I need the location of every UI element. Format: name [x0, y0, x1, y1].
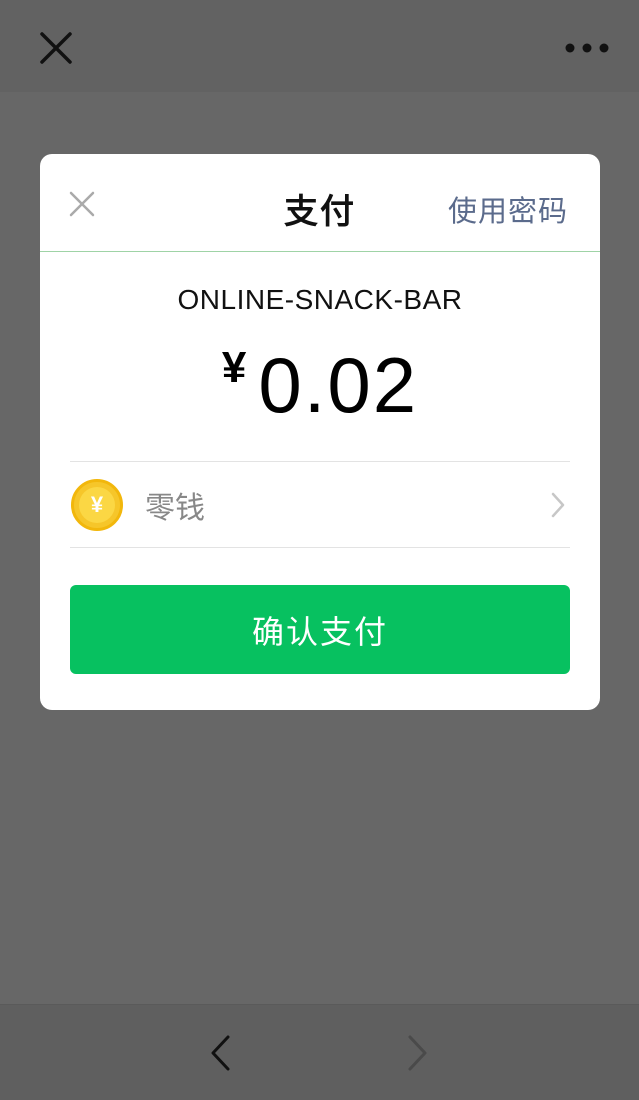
confirm-payment-button[interactable]: 确认支付: [70, 585, 570, 674]
dialog-header: 支付 使用密码: [40, 154, 600, 252]
payment-method-label: 零钱: [145, 490, 205, 526]
chevron-left-icon[interactable]: [202, 1033, 238, 1073]
payment-method-row[interactable]: ¥ 零钱: [70, 461, 570, 548]
chevron-right-icon: [546, 489, 570, 521]
coin-yen-glyph: ¥: [79, 486, 115, 523]
merchant-name: ONLINE-SNACK-BAR: [177, 284, 463, 315]
chevron-right-icon[interactable]: [400, 1033, 436, 1073]
payment-amount: ¥0.02: [40, 340, 600, 431]
bottom-nav-bar: [0, 1004, 639, 1100]
use-password-link[interactable]: 使用密码: [448, 188, 568, 230]
more-icon[interactable]: [565, 36, 609, 60]
top-bar: [0, 0, 639, 92]
amount-value: 0.02: [258, 341, 419, 429]
close-icon[interactable]: [36, 28, 76, 68]
currency-symbol: ¥: [221, 343, 247, 392]
coin-icon: ¥: [71, 478, 123, 531]
payment-dialog: 支付 使用密码 ONLINE-SNACK-BAR ¥0.02 ¥ 零钱 确认支付: [40, 154, 600, 710]
